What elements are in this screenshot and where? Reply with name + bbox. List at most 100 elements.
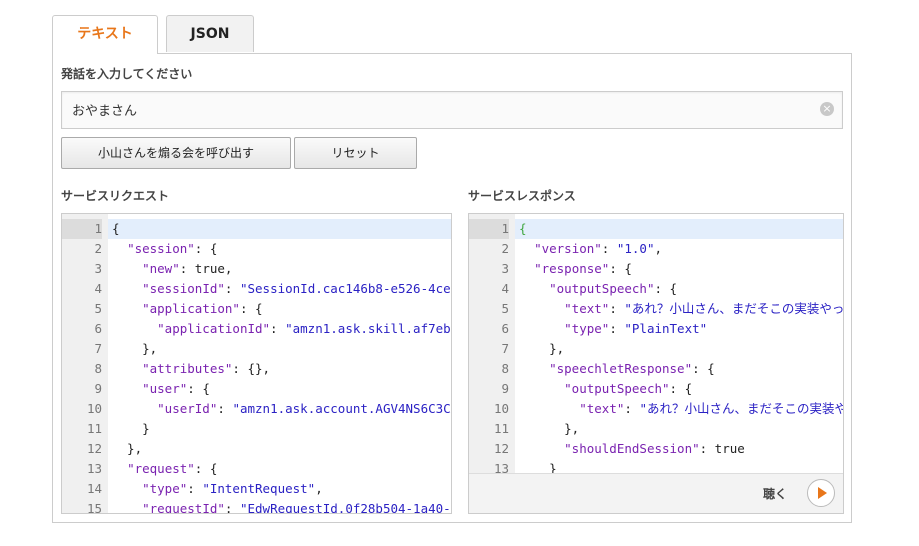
line-number: 1 xyxy=(469,219,509,239)
line-number: 10 xyxy=(86,401,102,416)
code-line: 5 "text": "あれ？小山さん、まだそこの実装やって xyxy=(469,299,843,319)
clear-icon[interactable]: × xyxy=(820,102,834,116)
line-number: 12 xyxy=(86,441,102,456)
code-text: "shouldEndSession": true xyxy=(564,441,745,456)
code-text: "user": { xyxy=(142,381,210,396)
code-line: 6 "type": "PlainText" xyxy=(469,319,843,339)
code-line: 2 "session": { xyxy=(62,239,451,259)
code-line: 1{ xyxy=(469,219,843,239)
line-number: 13 xyxy=(86,461,102,476)
code-text: { xyxy=(519,221,527,236)
code-text: "text": "あれ？小山さん、まだそこの実装やって xyxy=(564,301,843,316)
line-number: 12 xyxy=(493,441,509,456)
code-text: } xyxy=(112,421,150,436)
code-line: 10 "userId": "amzn1.ask.account.AGV4NS6C… xyxy=(62,399,451,419)
code-line: 13 } xyxy=(469,459,843,473)
code-text: "attributes": {}, xyxy=(142,361,271,376)
code-line: 9 "outputSpeech": { xyxy=(469,379,843,399)
code-line: 3 "new": true, xyxy=(62,259,451,279)
line-number: 8 xyxy=(94,361,102,376)
code-text: "type": "PlainText" xyxy=(564,321,708,336)
code-text: }, xyxy=(112,341,158,356)
service-request-title: サービスリクエスト xyxy=(61,189,170,203)
code-line: 8 "speechletResponse": { xyxy=(469,359,843,379)
line-number: 1 xyxy=(62,219,102,239)
response-footer: 聴く xyxy=(469,473,843,513)
code-line: 5 "application": { xyxy=(62,299,451,319)
code-text: { xyxy=(112,221,120,236)
code-line: 13 "request": { xyxy=(62,459,451,479)
tab-text[interactable]: テキスト xyxy=(52,15,158,54)
code-text: "outputSpeech": { xyxy=(564,381,693,396)
utterance-label: 発話を入力してください xyxy=(61,67,193,81)
code-text: "userId": "amzn1.ask.account.AGV4NS6C3CA… xyxy=(157,401,451,416)
code-text: "response": { xyxy=(534,261,632,276)
code-line: 11 }, xyxy=(469,419,843,439)
invoke-skill-button[interactable]: 小山さんを煽る会を呼び出す xyxy=(61,137,291,169)
response-code-area[interactable]: 1{2 "version": "1.0", 3 "response": {4 "o… xyxy=(469,214,843,473)
line-number: 9 xyxy=(501,381,509,396)
code-text: "sessionId": "SessionId.cac146b8-e526-4c… xyxy=(142,281,451,296)
code-line: 7 }, xyxy=(62,339,451,359)
line-number: 10 xyxy=(493,401,509,416)
active-line-highlight xyxy=(108,219,451,239)
code-text: "request": { xyxy=(127,461,218,476)
code-line: 4 "sessionId": "SessionId.cac146b8-e526-… xyxy=(62,279,451,299)
line-number: 3 xyxy=(94,261,102,276)
line-number: 7 xyxy=(94,341,102,356)
request-code-area[interactable]: 1{2 "session": {3 "new": true, 4 "session… xyxy=(62,214,451,513)
code-line: 15 "requestId": "EdwRequestId.0f28b504-1… xyxy=(62,499,451,513)
line-number: 11 xyxy=(493,421,509,436)
code-text: "new": true, xyxy=(142,261,233,276)
code-text: "version": "1.0", xyxy=(534,241,663,256)
code-text: "session": { xyxy=(127,241,218,256)
code-text: "applicationId": "amzn1.ask.skill.af7ebe… xyxy=(157,321,451,336)
line-number: 8 xyxy=(501,361,509,376)
line-number: 2 xyxy=(501,241,509,256)
line-number: 7 xyxy=(501,341,509,356)
code-text: "outputSpeech": { xyxy=(549,281,678,296)
code-line: 6 "applicationId": "amzn1.ask.skill.af7e… xyxy=(62,319,451,339)
line-number: 3 xyxy=(501,261,509,276)
code-line: 12 }, xyxy=(62,439,451,459)
main-panel: 発話を入力してください × 小山さんを煽る会を呼び出す リセット サービスリクエ… xyxy=(52,53,852,523)
code-text: }, xyxy=(519,421,580,436)
code-text: "requestId": "EdwRequestId.0f28b504-1a40… xyxy=(142,501,451,513)
code-text: "application": { xyxy=(142,301,263,316)
code-line: 10 "text": "あれ？小山さん、まだそこの実装やっ xyxy=(469,399,843,419)
code-text: "speechletResponse": { xyxy=(549,361,715,376)
line-number: 4 xyxy=(94,281,102,296)
tab-json[interactable]: JSON xyxy=(166,15,254,52)
code-text: "type": "IntentRequest", xyxy=(142,481,323,496)
reset-button[interactable]: リセット xyxy=(294,137,417,169)
code-line: 3 "response": { xyxy=(469,259,843,279)
line-number: 15 xyxy=(86,501,102,513)
line-number: 4 xyxy=(501,281,509,296)
code-text: "text": "あれ？小山さん、まだそこの実装やっ xyxy=(579,401,843,416)
line-number: 6 xyxy=(94,321,102,336)
utterance-input[interactable] xyxy=(62,92,822,126)
line-number: 14 xyxy=(86,481,102,496)
line-number: 9 xyxy=(94,381,102,396)
code-line: 8 "attributes": {}, xyxy=(62,359,451,379)
code-text: }, xyxy=(112,441,143,456)
code-line: 12 "shouldEndSession": true xyxy=(469,439,843,459)
code-line: 14 "type": "IntentRequest", xyxy=(62,479,451,499)
code-line: 2 "version": "1.0", xyxy=(469,239,843,259)
listen-label: 聴く xyxy=(762,487,787,501)
code-line: 9 "user": { xyxy=(62,379,451,399)
active-line-highlight xyxy=(515,219,843,239)
line-number: 5 xyxy=(94,301,102,316)
request-json-editor[interactable]: 1{2 "session": {3 "new": true, 4 "session… xyxy=(61,213,452,514)
code-line: 1{ xyxy=(62,219,451,239)
response-json-editor[interactable]: 1{2 "version": "1.0", 3 "response": {4 "o… xyxy=(468,213,844,514)
line-number: 13 xyxy=(493,461,509,473)
utterance-field-wrapper: × xyxy=(61,91,843,129)
play-icon xyxy=(818,487,827,499)
line-number: 2 xyxy=(94,241,102,256)
code-line: 4 "outputSpeech": { xyxy=(469,279,843,299)
code-line: 11 } xyxy=(62,419,451,439)
code-text: }, xyxy=(519,341,565,356)
play-button[interactable] xyxy=(807,479,835,507)
line-number: 11 xyxy=(86,421,102,436)
